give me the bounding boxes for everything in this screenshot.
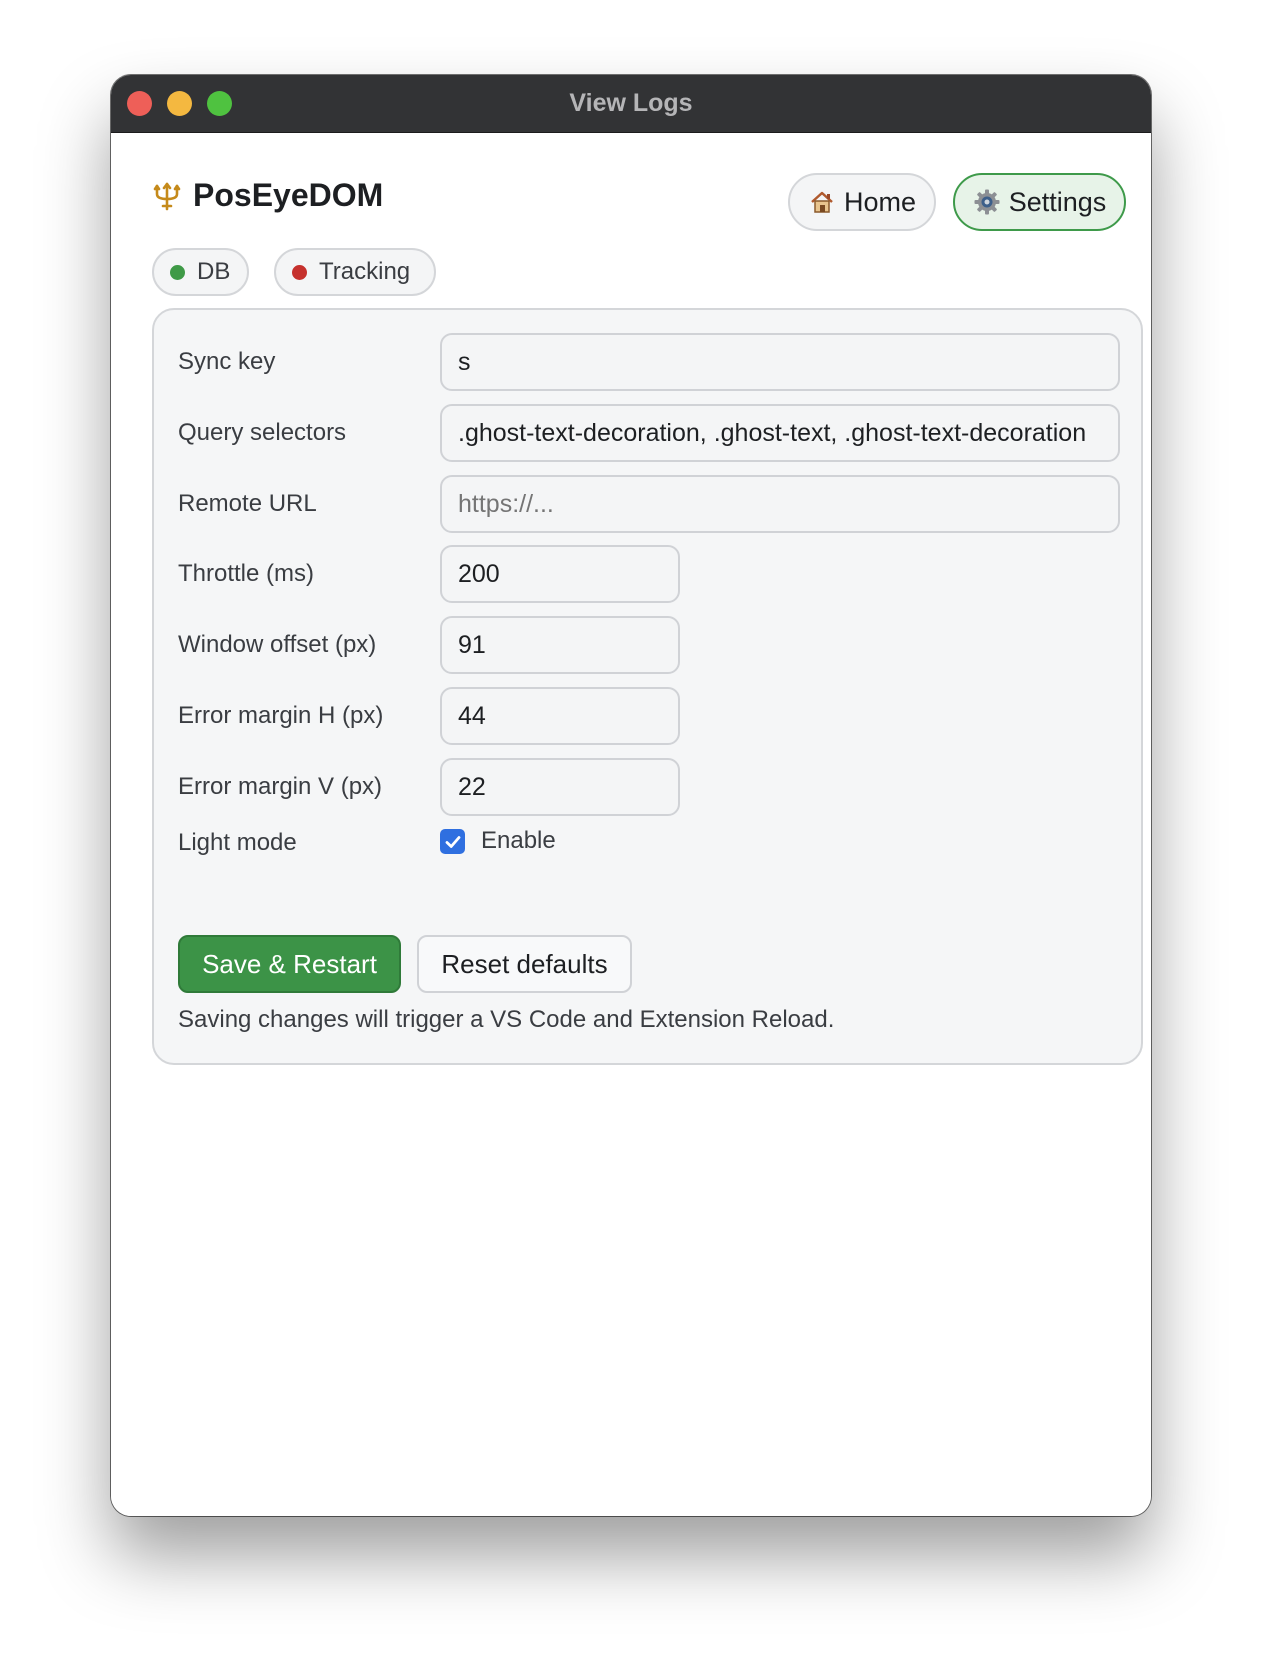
- app-name: PosEyeDOM: [193, 177, 384, 213]
- home-nav-button[interactable]: Home: [788, 173, 936, 231]
- tracking-status-dot: [292, 264, 307, 280]
- db-status-badge: DB: [152, 248, 249, 296]
- window-offset-input[interactable]: [440, 616, 680, 674]
- tracking-status-label: Tracking: [319, 258, 411, 285]
- main-content: PosEyeDOM Home Settings DB Tracking Sync…: [111, 133, 1151, 1516]
- sync-key-input[interactable]: [440, 333, 1120, 391]
- throttle-input[interactable]: [440, 545, 680, 603]
- remote-url-input[interactable]: [440, 475, 1120, 533]
- house-icon: [811, 191, 833, 213]
- error-margin-v-label: Error margin V (px): [178, 773, 383, 800]
- save-restart-button[interactable]: Save & Restart: [178, 935, 401, 993]
- checkmark-icon: [445, 835, 460, 848]
- tracking-status-badge: Tracking: [274, 248, 436, 296]
- db-status-label: DB: [197, 258, 231, 285]
- remote-url-label: Remote URL: [178, 490, 317, 517]
- reset-defaults-button[interactable]: Reset defaults: [417, 935, 632, 993]
- trident-icon: [153, 182, 181, 210]
- app-title: PosEyeDOM: [151, 177, 383, 214]
- save-note: Saving changes will trigger a VS Code an…: [178, 1006, 835, 1033]
- light-mode-label: Light mode: [178, 829, 297, 856]
- settings-nav-button[interactable]: Settings: [953, 173, 1126, 231]
- gear-icon: [974, 189, 1000, 215]
- light-mode-enable-label[interactable]: Enable: [481, 827, 556, 855]
- sync-key-label: Sync key: [178, 348, 276, 375]
- settings-nav-label: Settings: [1008, 186, 1107, 217]
- light-mode-checkbox[interactable]: [440, 829, 465, 854]
- window-title: View Logs: [569, 89, 693, 117]
- window-offset-label: Window offset (px): [178, 631, 377, 658]
- db-status-dot: [170, 264, 185, 280]
- error-margin-v-input[interactable]: [440, 758, 680, 816]
- app-window: View Logs PosEyeDOM Home Settings DB Tra…: [111, 75, 1151, 1516]
- window-titlebar: View Logs: [111, 75, 1151, 133]
- settings-panel: Sync key Query selectors Remote URL Thro…: [152, 308, 1143, 1065]
- query-selectors-input[interactable]: [440, 404, 1120, 462]
- throttle-label: Throttle (ms): [178, 560, 315, 587]
- query-selectors-label: Query selectors: [178, 419, 347, 446]
- error-margin-h-label: Error margin H (px): [178, 702, 384, 729]
- error-margin-h-input[interactable]: [440, 687, 680, 745]
- home-nav-label: Home: [843, 186, 917, 217]
